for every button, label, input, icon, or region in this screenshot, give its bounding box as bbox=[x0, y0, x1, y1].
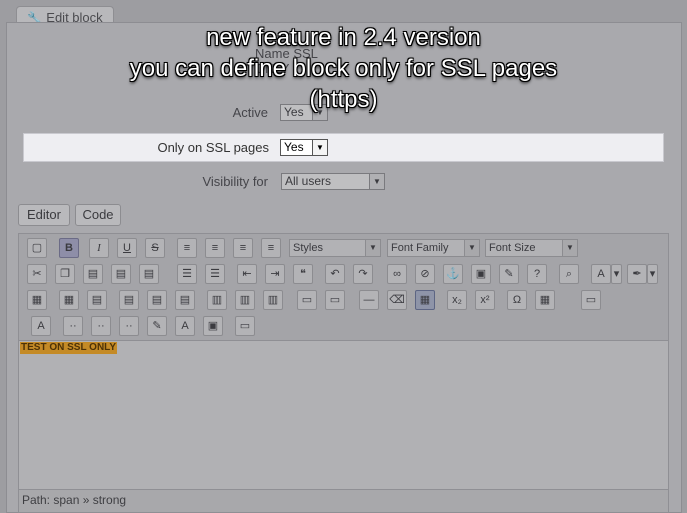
insert-col-after-icon[interactable]: ▥ bbox=[235, 290, 255, 310]
film-icon[interactable]: ▦ bbox=[535, 290, 555, 310]
align-left-icon[interactable]: ≡ bbox=[177, 238, 197, 258]
insert-row-after-icon[interactable]: ▤ bbox=[147, 290, 167, 310]
fullscreen-icon[interactable]: ▭ bbox=[581, 290, 601, 310]
ins-icon[interactable]: A bbox=[175, 316, 195, 336]
link-icon[interactable]: ∞ bbox=[387, 264, 407, 284]
text-color-icon[interactable]: A bbox=[591, 264, 611, 284]
del-icon[interactable]: ✎ bbox=[147, 316, 167, 336]
chevron-down-icon: ▼ bbox=[369, 174, 384, 189]
font-size-select[interactable]: Font Size ▼ bbox=[485, 239, 578, 257]
editor-content-area[interactable]: TEST ON SSL ONLY bbox=[18, 340, 669, 490]
help-icon[interactable]: ? bbox=[527, 264, 547, 284]
code-button[interactable]: Code bbox=[75, 204, 121, 226]
styles-select[interactable]: Styles ▼ bbox=[289, 239, 381, 257]
font-family-select-value: Font Family bbox=[391, 242, 449, 254]
overlay-line-3: (https) bbox=[309, 86, 378, 113]
merge-cells-icon[interactable]: ▭ bbox=[325, 290, 345, 310]
undo-icon[interactable]: ↶ bbox=[325, 264, 345, 284]
bullet-list-icon[interactable]: ☰ bbox=[177, 264, 197, 284]
paste-icon[interactable]: ▤ bbox=[83, 264, 103, 284]
chevron-down-icon[interactable]: ▾ bbox=[611, 264, 622, 284]
chevron-down-icon: ▼ bbox=[365, 240, 380, 256]
chevron-down-icon[interactable]: ▾ bbox=[647, 264, 658, 284]
subscript-icon[interactable]: x₂ bbox=[447, 290, 467, 310]
align-right-icon[interactable]: ≡ bbox=[233, 238, 253, 258]
strikethrough-button[interactable]: S bbox=[145, 238, 165, 258]
chevron-down-icon: ▼ bbox=[562, 240, 577, 256]
horizontal-rule-icon[interactable]: — bbox=[359, 290, 379, 310]
styles-select-value: Styles bbox=[293, 242, 323, 254]
insert-col-before-icon[interactable]: ▥ bbox=[207, 290, 227, 310]
visual-aid-icon[interactable]: ▦ bbox=[415, 290, 435, 310]
visibility-select-value: All users bbox=[285, 174, 332, 188]
align-justify-icon[interactable]: ≡ bbox=[261, 238, 281, 258]
announcement-overlay: new feature in 2.4 version you can defin… bbox=[0, 22, 687, 115]
ssl-only-label: Only on SSL pages bbox=[157, 140, 269, 155]
highlight-color-icon[interactable]: ✒ bbox=[627, 264, 647, 284]
redo-icon[interactable]: ↷ bbox=[353, 264, 373, 284]
anchor-icon[interactable]: ⚓ bbox=[443, 264, 463, 284]
blockquote-icon[interactable]: ❝ bbox=[293, 264, 313, 284]
remove-format-icon[interactable]: ⌫ bbox=[387, 290, 407, 310]
editor-path-statusbar: Path: span » strong bbox=[18, 490, 669, 513]
overlay-line-1: new feature in 2.4 version bbox=[206, 24, 481, 51]
ssl-only-select-value: Yes bbox=[284, 140, 304, 154]
insert-row-before-icon[interactable]: ▤ bbox=[119, 290, 139, 310]
superscript-icon[interactable]: x² bbox=[475, 290, 495, 310]
template-icon[interactable]: ▭ bbox=[235, 316, 255, 336]
unlink-icon[interactable]: ⊘ bbox=[415, 264, 435, 284]
font-family-select[interactable]: Font Family ▼ bbox=[387, 239, 480, 257]
delete-row-icon[interactable]: ▤ bbox=[175, 290, 195, 310]
delete-col-icon[interactable]: ▥ bbox=[263, 290, 283, 310]
row-props-icon[interactable]: ▤ bbox=[87, 290, 107, 310]
ssl-only-select[interactable]: Yes ▼ bbox=[280, 139, 328, 156]
paste-word-icon[interactable]: ▤ bbox=[139, 264, 159, 284]
outdent-icon[interactable]: ⇤ bbox=[237, 264, 257, 284]
chevron-down-icon: ▼ bbox=[464, 240, 479, 256]
editor-toolbar: ▢ B I U S ≡ ≡ ≡ ≡ Styles ▼ Font Family ▼… bbox=[18, 233, 669, 341]
cite-icon[interactable]: ·· bbox=[63, 316, 83, 336]
overlay-line-2: you can define block only for SSL pages bbox=[129, 55, 558, 82]
visibility-select[interactable]: All users ▼ bbox=[281, 173, 385, 190]
cut-icon[interactable]: ✂ bbox=[27, 264, 47, 284]
highlighted-text: TEST ON SSL ONLY bbox=[20, 342, 118, 354]
align-center-icon[interactable]: ≡ bbox=[205, 238, 225, 258]
italic-button[interactable]: I bbox=[89, 238, 109, 258]
visibility-label: Visibility for bbox=[202, 174, 268, 189]
underline-button[interactable]: U bbox=[117, 238, 137, 258]
font-size-select-value: Font Size bbox=[489, 242, 536, 254]
acronym-icon[interactable]: ·· bbox=[119, 316, 139, 336]
attribs-icon[interactable]: ▣ bbox=[203, 316, 223, 336]
cleanup-icon[interactable]: ✎ bbox=[499, 264, 519, 284]
image-icon[interactable]: ▣ bbox=[471, 264, 491, 284]
insert-date-icon[interactable]: ▦ bbox=[27, 290, 47, 310]
split-cells-icon[interactable]: ▭ bbox=[297, 290, 317, 310]
copy-icon[interactable]: ❐ bbox=[55, 264, 75, 284]
abbr-icon[interactable]: ·· bbox=[91, 316, 111, 336]
omega-icon[interactable]: Ω bbox=[507, 290, 527, 310]
editor-button[interactable]: Editor bbox=[18, 204, 70, 226]
new-document-icon[interactable]: ▢ bbox=[27, 238, 47, 258]
style-props-icon[interactable]: A bbox=[31, 316, 51, 336]
preview-icon[interactable]: ⌕ bbox=[559, 264, 579, 284]
bold-button[interactable]: B bbox=[59, 238, 79, 258]
chevron-down-icon: ▼ bbox=[312, 140, 327, 155]
table-icon[interactable]: ▦ bbox=[59, 290, 79, 310]
paste-text-icon[interactable]: ▤ bbox=[111, 264, 131, 284]
numbered-list-icon[interactable]: ☰ bbox=[205, 264, 225, 284]
indent-icon[interactable]: ⇥ bbox=[265, 264, 285, 284]
ssl-only-row: Only on SSL pages Yes ▼ bbox=[23, 133, 664, 162]
